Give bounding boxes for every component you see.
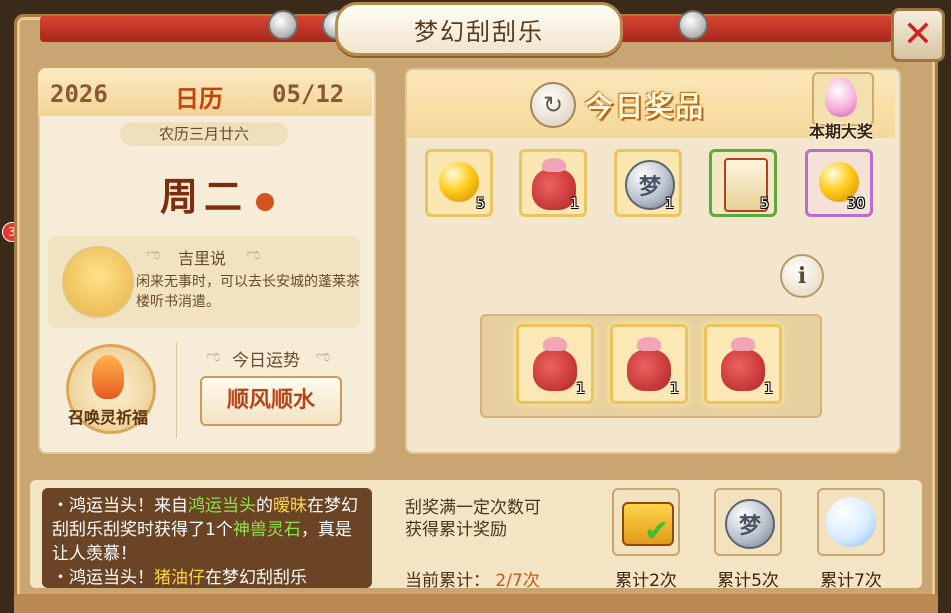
egg-icon [825,77,857,117]
summon-blessing-label: 召唤灵祈福 [67,408,148,427]
reward-description-line: 刮奖满一定次数可 [405,498,541,518]
progress-row: 当前累计： 2/7次 [405,566,540,591]
reward-tier-7[interactable] [817,488,885,556]
news-text: ・鸿运当头！来自 [52,496,188,516]
prize-quantity: 1 [665,196,674,212]
progress-label: 当前累计： [405,571,490,591]
reward-tier-2[interactable]: ✔ [612,488,680,556]
news-text: ・鸿运当头！ [52,568,154,588]
weekday: 周二 [160,174,249,219]
divider [176,342,177,438]
winning-quantity: 1 [576,381,585,397]
winning-slot[interactable]: 1 [516,324,594,404]
prize-slot[interactable]: 5 [425,149,493,217]
reward-tier-label: 累计7次 [820,571,882,591]
progress-value: 2/7次 [495,571,540,591]
prize-quantity: 5 [760,196,769,212]
red-gift-bag-icon [721,349,765,391]
calendar-year: 2026 [50,80,108,108]
cloud-swirl-icon: ಌ [316,347,331,365]
gift-bag-knot [637,337,661,351]
calendar-date: 05/12 [272,80,345,108]
news-ticker: ・鸿运当头！来自鸿运当头的暧昧在梦幻刮刮乐刮奖时获得了1个神兽灵石，真是让人羡慕… [42,488,372,588]
cat-avatar [62,246,134,318]
winning-slot[interactable]: 1 [704,324,782,404]
red-gift-bag-icon [533,349,577,391]
close-button[interactable]: ✕ [891,8,945,62]
reward-tier-5[interactable]: 梦 [714,488,782,556]
sky-lantern-icon [92,355,124,399]
news-text: 在梦幻刮刮乐 [205,568,307,588]
reward-description: 刮奖满一定次数可 获得累计奖励 [405,497,541,541]
prize-slot[interactable]: 5 [709,149,777,217]
prize-quantity: 30 [847,196,865,212]
news-item: ・鸿运当头！猪油仔在梦幻刮刮乐 [52,566,368,588]
grand-prize-label: 本期大奖 [808,122,873,141]
news-player-name: 暧昧 [273,496,307,516]
winning-quantity: 1 [764,381,773,397]
red-gift-bag-icon [627,349,671,391]
seal-stamp-icon [256,193,274,211]
title-ribbon-right [612,16,892,42]
winning-slot[interactable]: 1 [610,324,688,404]
info-button[interactable]: i [780,254,824,298]
fortune-title: 今日运势 [232,351,300,371]
news-player-name: 猪油仔 [154,568,205,588]
news-item: ・鸿运当头！来自鸿运当头的暧昧在梦幻刮刮乐刮奖时获得了1个神兽灵石，真是让人羡慕… [52,494,368,566]
window-title: 梦幻刮刮乐 [414,18,544,46]
refresh-icon: ↻ [542,91,564,119]
news-text: 的 [256,496,273,516]
close-icon: ✕ [902,14,934,55]
news-player-name: 鸿运当头 [188,496,256,516]
gift-bag-knot [542,158,566,172]
winning-quantity: 1 [670,381,679,397]
prize-slot[interactable]: 1 [519,149,587,217]
reward-description-line: 获得累计奖励 [405,520,507,540]
gift-bag-knot [731,337,755,351]
tip-text: 闲来无事时，可以去长安城的蓬莱茶楼听书消遣。 [136,274,360,310]
silver-coin-icon: 梦 [725,499,775,549]
cloud-swirl-icon: ಌ [146,245,161,263]
news-item-name: 神兽灵石 [232,520,301,540]
bottom-border [14,594,938,613]
cloud-swirl-icon: ಌ [246,245,261,263]
prize-quantity: 5 [476,196,485,212]
lunar-date: 农历三月廿六 [120,122,288,146]
prize-slot[interactable]: 梦 1 [614,149,682,217]
reward-tier-label: 累计5次 [717,571,779,591]
today-prize-title: 今日奖品 [585,90,706,123]
prize-quantity: 1 [570,196,579,212]
gift-bag-knot [543,337,567,351]
refresh-button[interactable]: ↻ [530,82,576,128]
prize-slot[interactable]: 30 [805,149,873,217]
reward-tier-label: 累计2次 [615,571,677,591]
check-icon: ✔ [644,514,670,549]
fortune-value: 顺风顺水 [200,376,342,426]
calendar-label: 日历 [175,85,223,113]
snow-orb-icon [826,497,876,547]
bell-icon [268,10,298,40]
cloud-swirl-icon: ಌ [206,347,221,365]
bell-icon [678,10,708,40]
gold-orb-icon [439,162,479,202]
tip-title: 吉里说 [178,249,227,268]
